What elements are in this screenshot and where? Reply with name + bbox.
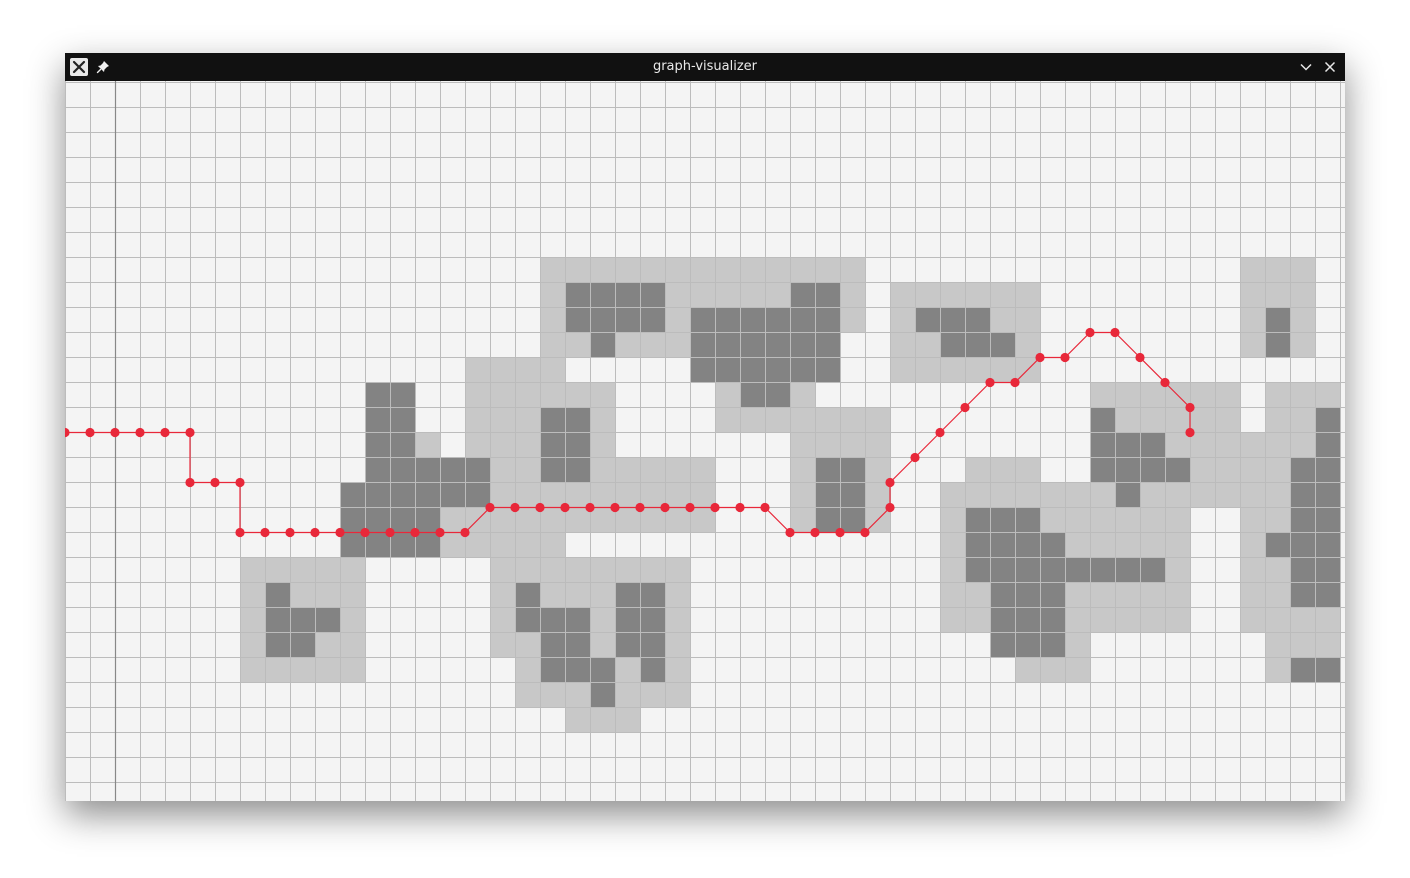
path-node: [435, 527, 445, 538]
path-node: [560, 502, 570, 513]
path-node: [260, 527, 270, 538]
path-node: [210, 477, 220, 488]
path-node: [910, 452, 920, 463]
path-node: [660, 502, 670, 513]
title-bar[interactable]: graph-visualizer: [65, 53, 1345, 81]
path-node: [285, 527, 295, 538]
path-node: [585, 502, 595, 513]
path-node: [160, 427, 170, 438]
path-node: [685, 502, 695, 513]
obstacle-cell: [840, 507, 865, 533]
close-icon[interactable]: [1321, 58, 1339, 76]
path-node: [785, 527, 795, 538]
path-node: [735, 502, 745, 513]
path-node: [860, 527, 870, 538]
path-node: [1085, 327, 1095, 338]
path-node: [310, 527, 320, 538]
path-node: [185, 477, 195, 488]
path-node: [335, 527, 345, 538]
path-node: [710, 502, 720, 513]
path-node: [485, 502, 495, 513]
obstacle-cell: [590, 332, 615, 358]
graph-svg[interactable]: [65, 81, 1345, 801]
path-node: [85, 427, 95, 438]
path-node: [985, 377, 995, 388]
app-window: graph-visualizer: [65, 53, 1345, 801]
chevron-down-icon[interactable]: [1297, 58, 1315, 76]
path-node: [1160, 377, 1170, 388]
path-node: [410, 527, 420, 538]
path-node: [535, 502, 545, 513]
path-node: [1035, 352, 1045, 363]
path-node: [885, 477, 895, 488]
path-node: [360, 527, 370, 538]
path-node: [235, 527, 245, 538]
path-node: [885, 502, 895, 513]
path-node: [110, 427, 120, 438]
path-node: [960, 402, 970, 413]
obstacle-cell: [1165, 457, 1190, 483]
path-node: [1010, 377, 1020, 388]
path-node: [1185, 427, 1195, 438]
path-node: [610, 502, 620, 513]
path-node: [135, 427, 145, 438]
path-node: [460, 527, 470, 538]
obstacle-cell: [1040, 557, 1165, 583]
path-node: [1060, 352, 1070, 363]
path-node: [635, 502, 645, 513]
obstacle-cell: [1315, 407, 1340, 483]
obstacle-cell: [1115, 482, 1140, 508]
graph-canvas[interactable]: [65, 81, 1345, 801]
obstacle-cell: [1090, 407, 1115, 483]
path-node: [1135, 352, 1145, 363]
path-node: [935, 427, 945, 438]
path-node: [185, 427, 195, 438]
path-node: [1185, 402, 1195, 413]
path-node: [1110, 327, 1120, 338]
path-node: [835, 527, 845, 538]
obstacle-cell: [915, 307, 990, 333]
obstacle-cell: [940, 332, 1015, 358]
path-node: [235, 477, 245, 488]
path-node: [760, 502, 770, 513]
path-node: [385, 527, 395, 538]
path-node: [510, 502, 520, 513]
path-node: [810, 527, 820, 538]
window-title: graph-visualizer: [652, 59, 758, 74]
